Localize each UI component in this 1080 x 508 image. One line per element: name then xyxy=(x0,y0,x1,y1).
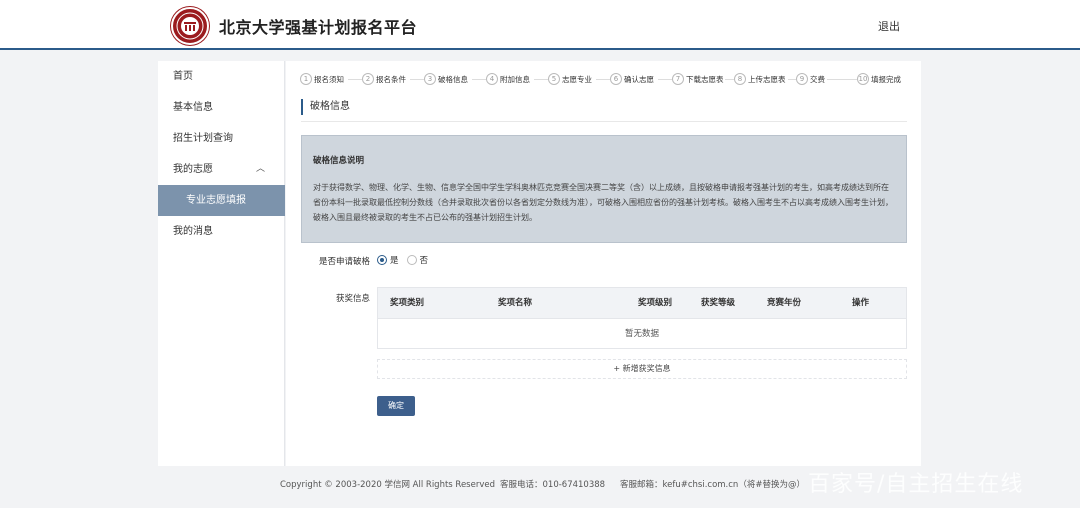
step-number: 6 xyxy=(610,73,622,85)
step-number: 10 xyxy=(857,73,869,85)
radio-option-yes[interactable]: 是 xyxy=(377,254,399,266)
column-header: 奖项级别 xyxy=(638,298,673,308)
awards-table: 奖项类别 奖项名称 奖项级别 获奖等级 竞赛年份 操作 暂无数据 xyxy=(377,287,907,349)
column-header: 获奖等级 xyxy=(701,298,736,308)
notice-title: 破格信息说明 xyxy=(313,156,365,166)
section-title: 破格信息 xyxy=(301,99,350,115)
footer-copyright: Copyright © 2003-2020 学信网 All Rights Res… xyxy=(280,480,495,490)
apply-exception-label: 是否申请破格 xyxy=(318,257,370,267)
logout-link[interactable]: 退出 xyxy=(878,18,900,34)
step-label: 报名须知 xyxy=(314,74,344,84)
sidebar-item-label: 招生计划查询 xyxy=(173,133,233,144)
step-connector xyxy=(596,79,610,80)
step-2: 2 报名条件 xyxy=(362,72,406,86)
step-connector xyxy=(658,79,672,80)
step-connector xyxy=(827,79,857,80)
step-label: 破格信息 xyxy=(438,74,468,84)
step-number: 4 xyxy=(486,73,498,85)
step-connector xyxy=(725,79,734,80)
add-award-button[interactable]: + 新增获奖信息 xyxy=(377,359,907,379)
divider xyxy=(301,121,907,122)
step-number: 1 xyxy=(300,73,312,85)
sidebar-item-my-messages[interactable]: 我的消息 xyxy=(158,216,285,247)
radio-option-no[interactable]: 否 xyxy=(406,254,429,266)
column-header: 奖项类别 xyxy=(390,298,425,308)
chevron-up-icon: ︿ xyxy=(256,164,266,174)
confirm-button[interactable]: 确定 xyxy=(377,396,415,416)
step-5: 5 志愿专业 xyxy=(548,72,592,86)
step-number: 5 xyxy=(548,73,560,85)
table-empty-text: 暂无数据 xyxy=(624,329,659,339)
watermark-text: 百家号/自主招生在线 xyxy=(808,472,1024,497)
site-title: 北京大学强基计划报名平台 xyxy=(219,18,418,37)
step-label: 填报完成 xyxy=(871,74,901,84)
notice-box: 破格信息说明 对于获得数学、物理、化学、生物、信息学全国中学生学科奥林匹克竞赛全… xyxy=(301,135,907,243)
main-content: 1 报名须知 2 报名条件 3 破格信息 4 附加信息 5 志愿专业 6 确认志愿 7 下载志… xyxy=(286,61,921,466)
step-label: 交费 xyxy=(810,74,825,84)
step-1: 1 报名须知 xyxy=(300,72,344,86)
step-number: 2 xyxy=(362,73,374,85)
step-connector xyxy=(348,79,362,80)
step-4: 4 附加信息 xyxy=(486,72,530,86)
step-number: 9 xyxy=(796,73,808,85)
sidebar-item-label: 我的志愿 xyxy=(173,164,213,175)
step-7: 7 下载志愿表 xyxy=(672,72,724,86)
column-header: 奖项名称 xyxy=(498,298,533,308)
step-label: 附加信息 xyxy=(500,74,530,84)
sidebar-item-my-preferences[interactable]: 我的志愿 ︿ xyxy=(158,154,285,185)
step-connector xyxy=(788,79,796,80)
step-connector xyxy=(472,79,486,80)
radio-no-label: 否 xyxy=(419,256,429,266)
step-number: 7 xyxy=(672,73,684,85)
column-header: 操作 xyxy=(852,298,870,308)
sidebar-item-enrollment-plan[interactable]: 招生计划查询 xyxy=(158,123,285,154)
radio-yes-label: 是 xyxy=(390,256,399,266)
table-header: 奖项类别 奖项名称 奖项级别 获奖等级 竞赛年份 操作 xyxy=(378,288,906,319)
step-connector xyxy=(534,79,548,80)
step-label: 报名条件 xyxy=(376,74,406,84)
awards-label: 获奖信息 xyxy=(335,294,370,304)
column-header: 竞赛年份 xyxy=(767,298,802,308)
step-10: 10 填报完成 xyxy=(857,72,901,86)
sidebar-item-label: 专业志愿填报 xyxy=(186,195,246,206)
sidebar-nav: 首页 基本信息 招生计划查询 我的志愿 ︿ 专业志愿填报 我的消息 xyxy=(158,61,285,466)
step-6: 6 确认志愿 xyxy=(610,72,654,86)
step-label: 确认志愿 xyxy=(624,74,654,84)
step-connector xyxy=(410,79,424,80)
pku-logo-icon xyxy=(171,7,209,45)
step-label: 上传志愿表 xyxy=(748,74,786,84)
notice-body: 对于获得数学、物理、化学、生物、信息学全国中学生学科奥林匹克竞赛全国决赛二等奖（… xyxy=(313,183,893,222)
top-header: 北京大学强基计划报名平台 退出 xyxy=(0,0,1080,50)
sidebar-item-label: 基本信息 xyxy=(173,102,213,113)
step-3: 3 破格信息 xyxy=(424,72,468,86)
step-number: 8 xyxy=(734,73,746,85)
sidebar-item-label: 首页 xyxy=(173,71,193,82)
footer-phone: 客服电话：010-67410388 xyxy=(500,480,606,490)
step-label: 志愿专业 xyxy=(562,74,592,84)
sidebar-item-basic-info[interactable]: 基本信息 xyxy=(158,92,285,123)
sidebar-item-major-preference[interactable]: 专业志愿填报 xyxy=(158,185,285,216)
step-8: 8 上传志愿表 xyxy=(734,72,786,86)
progress-steps: 1 报名须知 2 报名条件 3 破格信息 4 附加信息 5 志愿专业 6 确认志愿 7 下载志… xyxy=(300,72,910,86)
radio-yes[interactable] xyxy=(377,255,387,265)
radio-no[interactable] xyxy=(406,255,417,265)
apply-exception-radio-group: 是 否 xyxy=(377,254,436,266)
footer-email: 客服邮箱：kefu#chsi.com.cn（将#替换为@） xyxy=(620,480,805,490)
sidebar-item-label: 我的消息 xyxy=(173,226,213,237)
step-number: 3 xyxy=(424,73,436,85)
sidebar-item-home[interactable]: 首页 xyxy=(158,61,285,92)
step-9: 9 交费 xyxy=(796,72,825,86)
step-label: 下载志愿表 xyxy=(686,74,724,84)
